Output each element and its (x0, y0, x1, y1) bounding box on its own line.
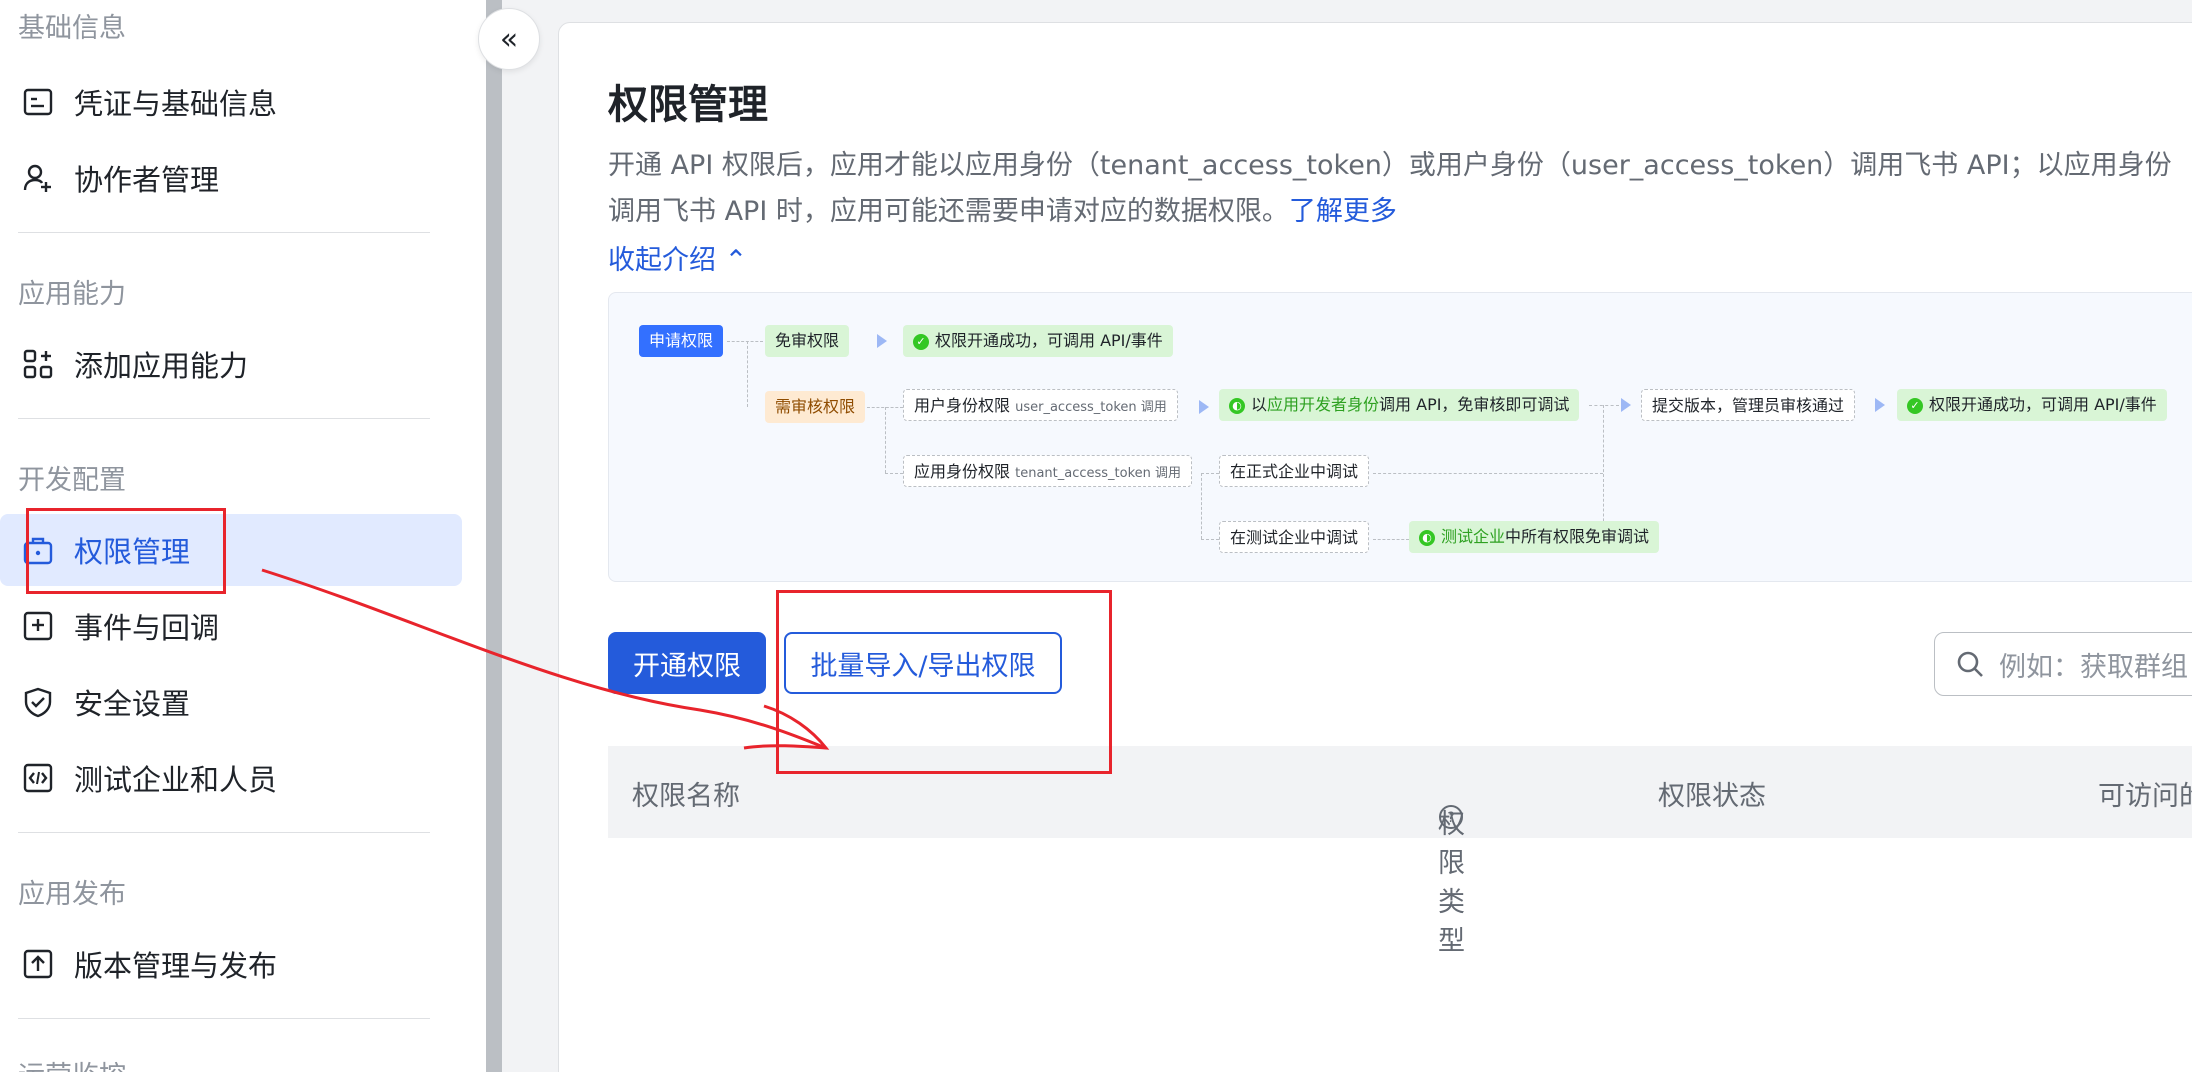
add-user-icon (20, 160, 56, 196)
section-title-capability: 应用能力 (18, 279, 126, 310)
test-icon: ◐ (1419, 529, 1435, 546)
flow-submit-node: 提交版本，管理员审核通过 (1641, 389, 1856, 421)
flow-success-text: 权限开通成功，可调用 API/事件 (935, 331, 1163, 350)
publish-icon (20, 946, 56, 982)
sidebar-item-label: 安全设置 (74, 687, 191, 721)
flow-connector (1201, 473, 1202, 539)
flow-test-free-text-a: 测试企业 (1441, 527, 1506, 546)
sidebar-item-collaborators[interactable]: 协作者管理 (0, 142, 462, 214)
flow-connector (1201, 539, 1219, 540)
flow-connector (1201, 473, 1219, 474)
sidebar-item-test-enterprise[interactable]: 测试企业和人员 (0, 742, 462, 814)
sidebar-item-label: 凭证与基础信息 (74, 87, 278, 121)
sidebar-scrollbar[interactable] (486, 0, 502, 1072)
flow-connector (1373, 473, 1603, 474)
flow-user-perm-text: 用户身份权限 (914, 396, 1011, 415)
sidebar-item-add-capability[interactable]: 添加应用能力 (0, 328, 462, 400)
divider (18, 1018, 430, 1019)
divider (18, 832, 430, 833)
flow-user-perm-node: 用户身份权限 user_access_token 调用 (903, 389, 1178, 421)
column-permission-name: 权限名称 (632, 781, 740, 812)
flow-dev-identity-node: ◐ 以应用开发者身份调用 API，免审核即可调试 (1219, 389, 1580, 421)
flow-formal-debug-node: 在正式企业中调试 (1219, 455, 1370, 487)
flow-test-free-node: ◐ 测试企业中所有权限免审调试 (1409, 521, 1660, 553)
sidebar-item-label: 测试企业和人员 (74, 763, 278, 797)
sidebar-item-label: 事件与回调 (74, 611, 220, 645)
app-root: 基础信息 凭证与基础信息 协作者管理 应用能力 添加应用能力 开发配置 权限管理… (0, 0, 2192, 1072)
section-title-dev-config: 开发配置 (18, 465, 126, 496)
event-icon (20, 608, 56, 644)
permission-search-input[interactable]: 例如：获取群组 (1934, 632, 2192, 696)
description-line-2: 调用飞书 API 时，应用可能还需要申请对应的数据权限。了解更多 (608, 189, 2192, 235)
flow-arrow (877, 334, 887, 348)
flow-arrow (1621, 398, 1631, 412)
flow-dev-text-a: 以 (1251, 395, 1268, 414)
flow-connector (885, 407, 886, 473)
add-app-icon (20, 346, 56, 382)
flow-arrow (1875, 398, 1885, 412)
column-accessible: 可访问的 (2098, 781, 2192, 812)
section-title-publish: 应用发布 (18, 879, 126, 910)
check-icon: ✓ (1907, 397, 1923, 414)
page-description: 开通 API 权限后，应用才能以应用身份（tenant_access_token… (608, 143, 2192, 235)
permission-flow-diagram: 申请权限 免审权限 ✓ 权限开通成功，可调用 API/事件 需审核权限 用户身份权… (608, 292, 2192, 582)
open-permission-button[interactable]: 开通权限 (608, 632, 766, 694)
flow-success-node-2: ✓ 权限开通成功，可调用 API/事件 (1897, 389, 2167, 421)
divider (18, 418, 430, 419)
flow-connector (1589, 405, 1619, 406)
flow-user-perm-sub: user_access_token 调用 (1015, 400, 1167, 415)
flow-apply-node: 申请权限 (639, 325, 724, 357)
dev-icon: ◐ (1229, 397, 1245, 414)
flow-tenant-perm-text: 应用身份权限 (914, 462, 1011, 481)
collapse-intro-link[interactable]: 收起介绍 ⌃ (608, 238, 747, 277)
search-icon (1955, 649, 1985, 679)
sidebar-item-label: 版本管理与发布 (74, 949, 278, 983)
column-permission-status: 权限状态 (1658, 781, 1766, 812)
flow-dev-text-b: 应用开发者身份 (1267, 395, 1380, 414)
annotation-box-sidebar (26, 508, 226, 594)
collapse-sidebar-button[interactable]: « (478, 8, 540, 70)
sidebar-item-label: 添加应用能力 (74, 349, 249, 383)
help-icon[interactable]: ? (1438, 802, 1464, 833)
sidebar-item-events[interactable]: 事件与回调 (0, 590, 462, 662)
flow-tenant-perm-node: 应用身份权限 tenant_access_token 调用 (903, 455, 1193, 487)
sidebar-item-label: 协作者管理 (74, 163, 220, 197)
flow-need-review-node: 需审核权限 (765, 391, 866, 423)
section-title-basic: 基础信息 (18, 13, 126, 44)
description-text: 调用飞书 API 时，应用可能还需要申请对应的数据权限。 (608, 196, 1289, 227)
flow-dev-text-c: 调用 API，免审核即可调试 (1379, 395, 1570, 414)
search-placeholder: 例如：获取群组 (1999, 651, 2188, 683)
shield-icon (20, 684, 56, 720)
flow-connector (885, 473, 903, 474)
sidebar-item-version-publish[interactable]: 版本管理与发布 (0, 928, 462, 1000)
flow-test-free-text-b: 中所有权限免审调试 (1505, 527, 1650, 546)
svg-text:?: ? (1447, 810, 1454, 826)
flow-arrow (1199, 400, 1209, 414)
flow-connector (727, 341, 763, 342)
flow-connector (747, 341, 748, 407)
check-icon: ✓ (913, 333, 929, 350)
section-title-ops: 运营监控 (18, 1054, 126, 1072)
flow-connector (1373, 539, 1409, 540)
test-code-icon (20, 760, 56, 796)
description-line-1: 开通 API 权限后，应用才能以应用身份（tenant_access_token… (608, 150, 2172, 181)
annotation-box-batch (776, 590, 1112, 774)
page-title: 权限管理 (608, 82, 768, 128)
divider (18, 232, 430, 233)
flow-tenant-perm-sub: tenant_access_token 调用 (1015, 466, 1182, 481)
learn-more-link[interactable]: 了解更多 (1289, 196, 1397, 227)
flow-free-review-node: 免审权限 (765, 325, 850, 357)
flow-success-text: 权限开通成功，可调用 API/事件 (1929, 395, 2157, 414)
sidebar-item-credentials[interactable]: 凭证与基础信息 (0, 66, 462, 138)
credential-icon (20, 84, 56, 120)
flow-test-debug-node: 在测试企业中调试 (1219, 521, 1370, 553)
flow-success-node-1: ✓ 权限开通成功，可调用 API/事件 (903, 325, 1173, 357)
sidebar-item-security[interactable]: 安全设置 (0, 666, 462, 738)
